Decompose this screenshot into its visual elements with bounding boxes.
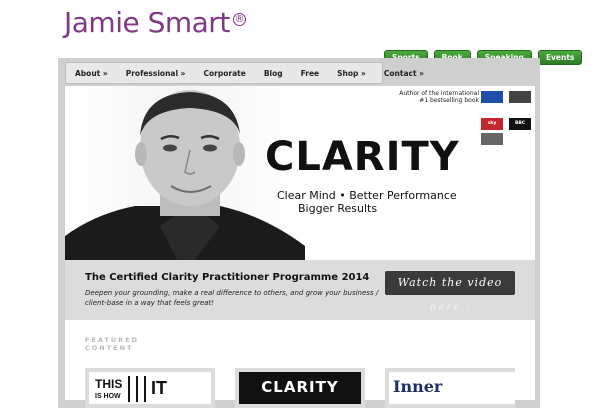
svg-text:IS HOW: IS HOW xyxy=(95,393,121,400)
hero-subtitle-line-2: Bigger Results xyxy=(298,202,378,215)
thumbnail-inner: Inner xyxy=(389,372,515,404)
this-is-how-graphic: THIS IS HOW IT xyxy=(95,376,167,402)
nav-shop[interactable]: Shop » xyxy=(328,69,375,78)
author-tagline: Author of the international #1 bestselli… xyxy=(395,90,479,104)
nav-professional[interactable]: Professional » xyxy=(117,69,195,78)
main-content: Author of the international #1 bestselli… xyxy=(65,86,535,408)
featured-label-line-1: FEATURED xyxy=(85,336,139,344)
nav-blog[interactable]: Blog xyxy=(255,69,292,78)
thumbnail-image-1: THIS IS HOW IT xyxy=(89,372,211,404)
media-badges: sky BBC xyxy=(481,90,533,151)
media-badge-times xyxy=(481,133,503,145)
hero-subtitle-line-1: Clear Mind • Better Performance xyxy=(277,189,457,202)
author-line-2: #1 bestselling book xyxy=(419,97,479,104)
main-nav: About » Professional » Corporate Blog Fr… xyxy=(65,62,424,84)
promo-bar: The Certified Clarity Practitioner Progr… xyxy=(65,260,535,320)
here-link[interactable]: here... xyxy=(430,302,477,313)
nav-about[interactable]: About » xyxy=(66,69,117,78)
hero-title: CLARITY xyxy=(265,134,460,180)
featured-thumbnail-3[interactable]: Inner xyxy=(385,368,515,408)
media-badge-sky: sky xyxy=(481,118,503,130)
promo-title[interactable]: The Certified Clarity Practitioner Progr… xyxy=(85,272,369,283)
registered-mark: ® xyxy=(232,12,246,26)
thumbnail-clarity: CLARITY xyxy=(239,372,361,404)
nav-corporate[interactable]: Corporate xyxy=(195,69,255,78)
featured-content-label: FEATURED CONTENT xyxy=(85,336,139,352)
nav-free[interactable]: Free xyxy=(292,69,329,78)
events-button[interactable]: Events xyxy=(537,50,583,65)
logo-text: Jamie Smart xyxy=(64,6,230,39)
media-badge-bbc: BBC xyxy=(509,118,532,130)
svg-text:THIS: THIS xyxy=(95,377,122,391)
media-badge-amazon xyxy=(509,91,532,103)
hero-banner[interactable]: Author of the international #1 bestselli… xyxy=(65,86,535,260)
site-logo[interactable]: Jamie Smart ® xyxy=(64,6,246,39)
featured-thumbnail-2[interactable]: CLARITY xyxy=(235,368,365,408)
svg-text:IT: IT xyxy=(151,378,167,398)
nav-contact[interactable]: Contact » xyxy=(375,69,433,78)
media-badge-bestseller xyxy=(481,91,503,103)
promo-description: Deepen your grounding, make a real diffe… xyxy=(85,289,379,307)
featured-thumbnail-1[interactable]: THIS IS HOW IT xyxy=(85,368,215,408)
featured-label-line-2: CONTENT xyxy=(85,344,134,352)
author-line-1: Author of the international xyxy=(399,90,479,97)
watch-video-button[interactable]: Watch the video xyxy=(385,271,515,295)
